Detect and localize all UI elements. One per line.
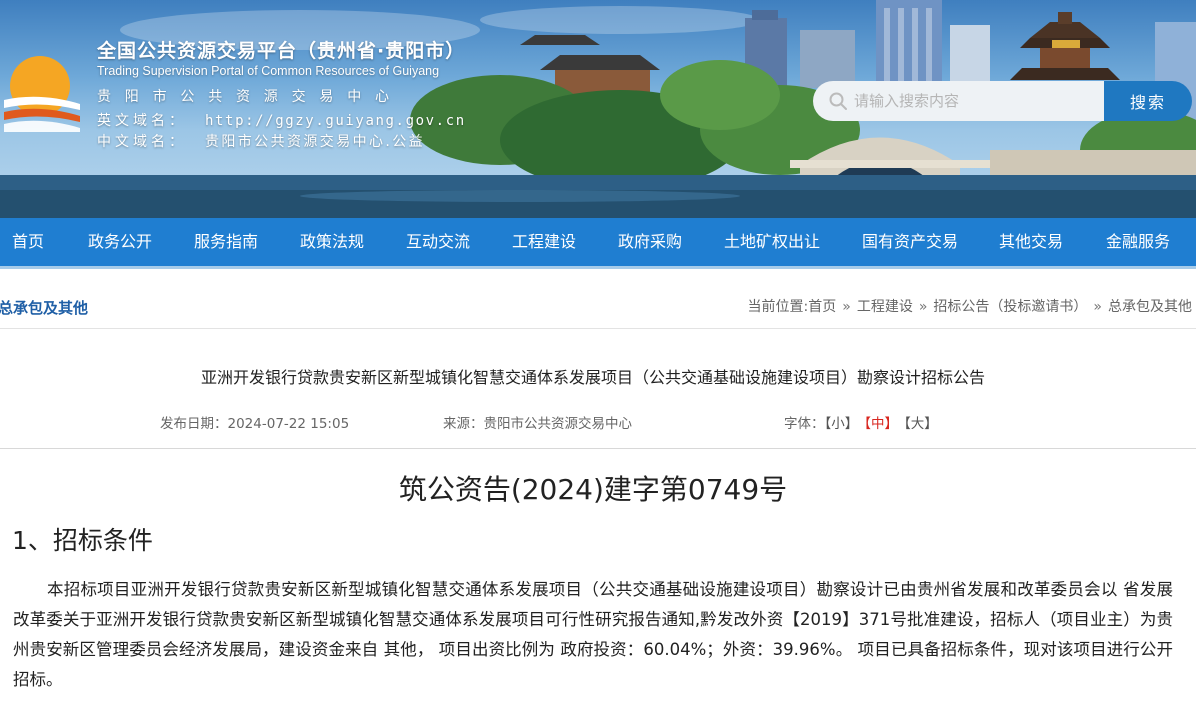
center-name: 贵阳市公共资源交易中心 [97,89,403,105]
site-title: 全国公共资源交易平台（贵州省·贵阳市） [97,40,466,62]
font-large-button[interactable]: 【大】 [904,416,938,432]
nav-item-state-assets[interactable]: 国有资产交易 [862,218,958,266]
font-small-button[interactable]: 【小】 [825,416,859,432]
section-heading: 1、招标条件 [12,526,153,555]
breadcrumb: 当前位置:首页 » 工程建设 » 招标公告（投标邀请书） » 总承包及其他 [748,296,1192,316]
breadcrumb-home[interactable]: 首页 [808,299,836,315]
document-number: 筑公资告(2024)建字第0749号 [398,473,788,506]
nav-item-other-trading[interactable]: 其他交易 [999,218,1063,266]
main-nav: 首页 政务公开 服务指南 政策法规 互动交流 工程建设 政府采购 土地矿权出让 … [0,218,1196,269]
search-input[interactable] [854,92,1094,110]
source-value: 贵阳市公共资源交易中心 [483,416,633,432]
breadcrumb-separator: » [1093,299,1102,315]
nav-item-engineering[interactable]: 工程建设 [512,218,576,266]
font-size-switch: 字体：【小】 【中】 【大】 [784,412,938,432]
breadcrumb-tender-notice[interactable]: 招标公告（投标邀请书） [933,299,1087,315]
sun-over-water-logo-icon [4,56,80,132]
search-box [813,81,1104,121]
source-label: 来源： [443,416,484,432]
section-title: 总承包及其他 [0,299,89,317]
font-size-label: 字体： [784,416,825,432]
nav-item-government-affairs[interactable]: 政务公开 [88,218,152,266]
nav-item-service-guide[interactable]: 服务指南 [194,218,258,266]
article-header: 亚洲开发银行贷款贵安新区新型城镇化智慧交通体系发展项目（公共交通基础设施建设项目… [0,329,1196,449]
publish-date-value: 2024-07-22 15:05 [227,416,350,432]
publish-date-label: 发布日期： [160,416,228,432]
english-domain-row: 英文域名： http://ggzy.guiyang.gov.cn [97,110,466,130]
article-source: 来源：贵阳市公共资源交易中心 [443,412,632,432]
breadcrumb-engineering[interactable]: 工程建设 [857,299,913,315]
search-icon [829,92,847,110]
nav-item-government-procurement[interactable]: 政府采购 [618,218,682,266]
breadcrumb-prefix: 当前位置: [747,299,809,315]
section-paragraph: 本招标项目亚洲开发银行贷款贵安新区新型城镇化智慧交通体系发展项目（公共交通基础设… [13,580,1173,689]
font-medium-button[interactable]: 【中】 [864,416,898,432]
breadcrumb-separator: » [918,299,928,315]
english-domain-label: 英文域名： [97,113,187,129]
site-english-title: Trading Supervision Portal of Common Res… [97,64,440,78]
breadcrumb-current[interactable]: 总承包及其他 [1108,299,1192,315]
nav-item-financial-services[interactable]: 金融服务 [1106,218,1170,266]
nav-item-interaction[interactable]: 互动交流 [406,218,470,266]
chinese-domain-link[interactable]: 贵阳市公共资源交易中心.公益 [205,134,425,150]
search-button[interactable]: 搜索 [1104,81,1192,121]
english-domain-link[interactable]: http://ggzy.guiyang.gov.cn [205,113,466,129]
nav-item-policies[interactable]: 政策法规 [300,218,364,266]
breadcrumb-bar: 总承包及其他 当前位置:首页 » 工程建设 » 招标公告（投标邀请书） » 总承包及其他 [0,283,1196,329]
nav-item-land-mining[interactable]: 土地矿权出让 [724,218,820,266]
publish-date: 发布日期：2024-07-22 15:05 [160,412,349,432]
nav-item-home[interactable]: 首页 [12,218,44,266]
breadcrumb-separator: » [842,299,851,315]
article-title: 亚洲开发银行贷款贵安新区新型城镇化智慧交通体系发展项目（公共交通基础设施建设项目… [200,368,985,387]
chinese-domain-label: 中文域名： [97,134,187,150]
chinese-domain-row: 中文域名： 贵阳市公共资源交易中心.公益 [97,131,425,151]
header-banner: 全国公共资源交易平台（贵州省·贵阳市） Trading Supervision … [0,0,1196,218]
